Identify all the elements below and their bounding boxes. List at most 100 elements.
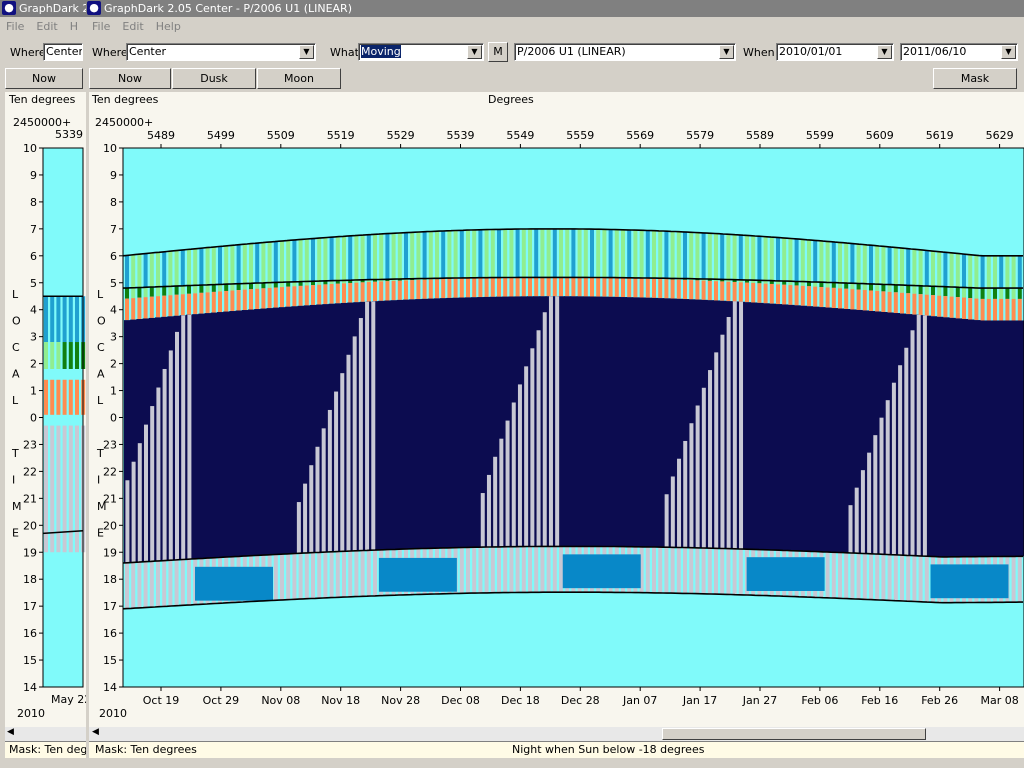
altitude-bar-mid — [862, 283, 867, 291]
date-start-combo[interactable]: 2010/01/01 ▼ — [776, 43, 894, 61]
altitude-bar-low — [435, 279, 439, 299]
moonlight-bar — [664, 494, 669, 548]
what-combo[interactable]: Moving ▼ — [358, 43, 484, 61]
scroll-left-arrow-icon[interactable]: ◀ — [92, 727, 99, 737]
altitude-bar-high — [534, 228, 539, 278]
y-tick-label: 5 — [110, 277, 117, 290]
altitude-bar-high — [317, 238, 322, 282]
left-bar-moon — [68, 425, 73, 553]
chevron-down-icon[interactable]: ▼ — [877, 45, 892, 59]
altitude-bar-low — [614, 277, 619, 297]
chevron-down-icon[interactable]: ▼ — [467, 45, 482, 59]
m-button[interactable]: M — [488, 42, 508, 62]
moonlight-bar — [726, 317, 731, 549]
left-scroll-arrow-icon[interactable]: ◀ — [7, 727, 14, 737]
left-menu-file[interactable]: File — [6, 20, 24, 33]
where-combo[interactable]: Center ▼ — [126, 43, 316, 61]
altitude-bar-high — [831, 241, 836, 283]
twilight-bar — [831, 552, 836, 599]
object-combo[interactable]: P/2006 U1 (LINEAR) ▼ — [514, 43, 736, 61]
altitude-bar-low — [695, 280, 700, 300]
altitude-bar-high — [273, 241, 278, 283]
moon-button[interactable]: Moon — [257, 68, 341, 89]
altitude-bar-high — [1011, 255, 1016, 289]
altitude-bar-high — [800, 239, 805, 282]
altitude-bar-high — [521, 228, 526, 278]
altitude-bar-mid — [875, 284, 880, 291]
left-menu-edit[interactable]: Edit — [36, 20, 57, 33]
moonlight-bar — [137, 443, 142, 563]
date-end-combo[interactable]: 2011/06/10 ▼ — [900, 43, 1018, 61]
altitude-bar-mid — [149, 287, 154, 297]
night-band — [601, 296, 609, 547]
altitude-bar-high — [515, 229, 520, 278]
night-band — [824, 307, 832, 553]
altitude-bar-high — [912, 249, 917, 286]
altitude-bar-low — [844, 288, 849, 309]
twilight-bar — [317, 552, 322, 599]
altitude-bar-mid — [255, 283, 260, 289]
moonlight-bar — [910, 330, 915, 556]
now-button[interactable]: Now — [89, 68, 171, 89]
left-y-axis-letter: L — [12, 394, 19, 407]
night-band — [973, 320, 981, 557]
altitude-bar-high — [267, 242, 272, 283]
altitude-bar-low — [156, 296, 160, 318]
night-band — [638, 297, 646, 547]
twilight-bar — [707, 548, 712, 594]
altitude-bar-low — [701, 280, 706, 300]
chevron-down-icon[interactable]: ▼ — [1001, 45, 1016, 59]
twilight-bar — [174, 559, 179, 606]
altitude-bar-low — [174, 294, 179, 316]
moonlight-bar — [867, 452, 872, 554]
night-band — [564, 296, 572, 547]
y-tick-label: 1 — [110, 385, 117, 398]
moonlight-bar — [168, 350, 173, 561]
altitude-bar-mid — [974, 287, 979, 299]
twilight-bar — [714, 548, 718, 595]
y-axis-letter: M — [97, 500, 107, 513]
year-label: 2010 — [99, 707, 127, 720]
left-scrollbar[interactable]: ◀ — [5, 727, 86, 741]
twilight-bar — [862, 553, 867, 600]
jd-tick-label: 5559 — [566, 129, 594, 142]
night-band — [936, 316, 944, 557]
horizontal-scrollbar[interactable]: ◀ — [89, 727, 1024, 741]
altitude-bar-low — [906, 293, 911, 315]
dusk-button[interactable]: Dusk — [172, 68, 256, 89]
moonlight-bar — [714, 352, 719, 549]
altitude-bar-low — [490, 277, 495, 297]
altitude-bar-low — [788, 285, 793, 305]
chevron-down-icon[interactable]: ▼ — [719, 45, 734, 59]
twilight-bar — [286, 553, 291, 600]
chevron-down-icon[interactable]: ▼ — [299, 45, 314, 59]
left-now-button[interactable]: Now — [5, 68, 83, 89]
mask-button[interactable]: Mask — [933, 68, 1017, 89]
left-where-combo[interactable]: Center — [43, 43, 83, 61]
twilight-block — [378, 557, 457, 592]
twilight-bar — [528, 546, 532, 593]
moonlight-bar — [131, 461, 136, 563]
scroll-thumb[interactable] — [662, 728, 926, 740]
altitude-bar-low — [348, 282, 353, 303]
left-y-tick-label: 3 — [30, 331, 37, 344]
menu-edit[interactable]: Edit — [122, 20, 143, 33]
moonlight-bar — [365, 301, 370, 551]
left-bar-mid — [56, 342, 61, 369]
menu-help[interactable]: Help — [156, 20, 181, 33]
altitude-bar-high — [261, 242, 266, 283]
menu-file[interactable]: File — [92, 20, 110, 33]
altitude-bar-high — [280, 240, 284, 283]
altitude-bar-low — [968, 298, 973, 320]
altitude-bar-low — [311, 285, 315, 305]
altitude-bar-low — [335, 283, 340, 304]
altitude-bar-low — [453, 278, 458, 298]
moonlight-bar — [327, 409, 332, 552]
altitude-bar-low — [726, 281, 731, 302]
altitude-bar-low — [267, 287, 272, 309]
left-menu-help[interactable]: H — [70, 20, 78, 33]
night-band — [403, 299, 411, 549]
night-band — [248, 309, 256, 556]
y-tick-label: 10 — [103, 142, 117, 155]
altitude-bar-high — [813, 240, 818, 282]
